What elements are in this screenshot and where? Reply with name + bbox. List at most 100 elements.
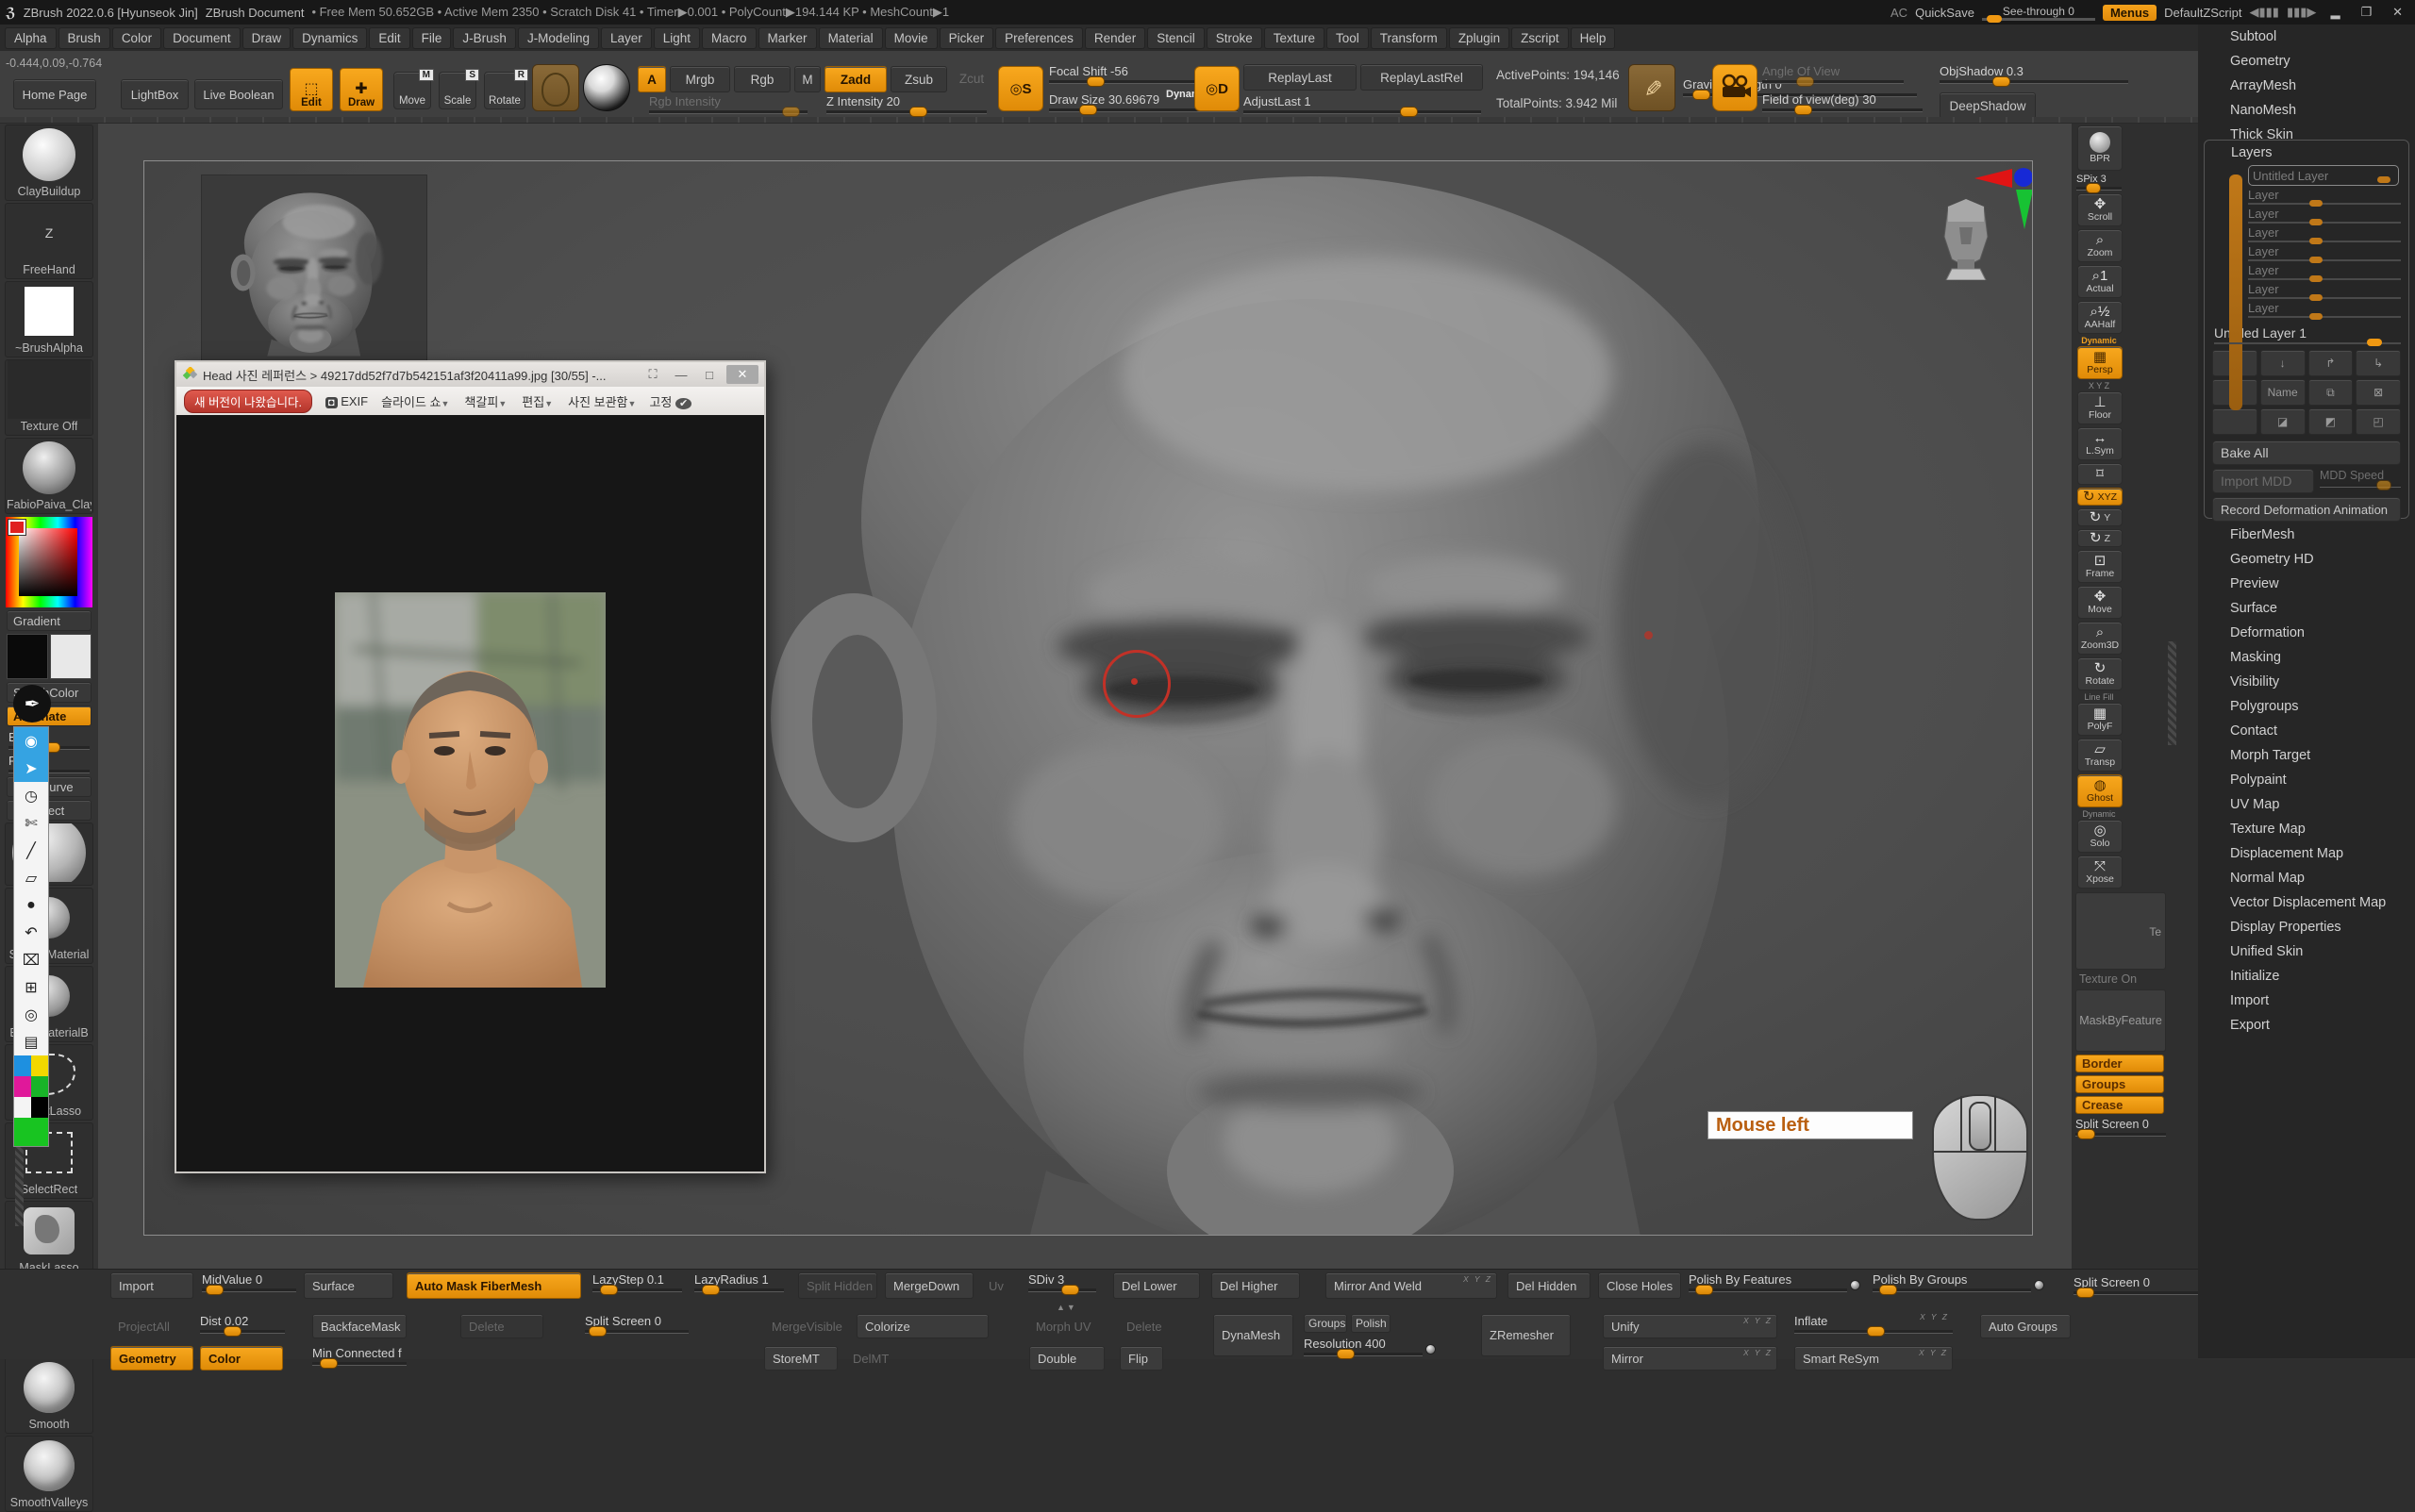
aahalf-button[interactable]: ⌕½AAHalf — [2077, 301, 2123, 334]
color-tab-button[interactable]: Color — [200, 1346, 283, 1371]
layer-row[interactable]: Layer — [2248, 207, 2401, 224]
fullscreen-icon[interactable]: ⛶ — [641, 367, 664, 382]
tray-section-normal-map[interactable]: Normal Map — [2198, 866, 2415, 890]
smart-resym-button[interactable]: Smart ReSymX Y Z — [1794, 1346, 1953, 1371]
mdd-speed-slider[interactable]: MDD Speed — [2320, 469, 2401, 493]
tray-section-geometry[interactable]: Geometry — [2198, 49, 2415, 74]
zoom3d-button[interactable]: ⌕Zoom3D — [2077, 622, 2123, 655]
menu-item-zplugin[interactable]: Zplugin — [1449, 27, 1509, 49]
selected-layer-row[interactable]: Untitled Layer — [2248, 165, 2399, 186]
del-mt-button[interactable]: DelMT — [845, 1346, 909, 1371]
menu-item-help[interactable]: Help — [1571, 27, 1616, 49]
update-banner-button[interactable]: 새 버전이 나왔습니다. — [184, 390, 312, 413]
unify-button[interactable]: UnifyX Y Z — [1603, 1314, 1777, 1338]
menu-item-texture[interactable]: Texture — [1264, 27, 1324, 49]
gizmo-x-axis-icon[interactable] — [1974, 169, 2012, 188]
trash-icon[interactable]: ⌧ — [14, 946, 48, 973]
angle-of-view-slider[interactable]: Angle Of View — [1762, 64, 1904, 84]
ghost-button[interactable]: ◍Ghost — [2077, 774, 2123, 807]
right-scroll-strip[interactable] — [2168, 641, 2176, 745]
store-mt-button[interactable]: StoreMT — [764, 1346, 838, 1371]
menu-item-movie[interactable]: Movie — [885, 27, 938, 49]
tray-section-polygroups[interactable]: Polygroups — [2198, 694, 2415, 719]
layer-grid-button-6[interactable]: ⧉ — [2308, 379, 2354, 406]
surface-button[interactable]: Surface — [304, 1272, 393, 1299]
divider-left-icon[interactable]: ◀▮▮▮ — [2250, 5, 2279, 20]
split-screen-slider-row2[interactable]: Split Screen 0 — [585, 1314, 689, 1334]
layer-row[interactable]: Layer — [2248, 263, 2401, 280]
replay-icon[interactable]: ◎D — [1194, 66, 1240, 111]
camera-head-widget[interactable] — [1939, 190, 1993, 280]
tray-section-contact[interactable]: Contact — [2198, 719, 2415, 743]
scale-button[interactable]: SScale — [439, 72, 476, 109]
sidebar-item-claybuildup[interactable]: ClayBuildup — [5, 125, 93, 201]
midvalue-slider[interactable]: MidValue 0 — [202, 1272, 296, 1292]
layers-scrollbar[interactable] — [2229, 174, 2242, 410]
xpose-button[interactable]: ⤧Xpose — [2077, 856, 2123, 889]
menu-item-stencil[interactable]: Stencil — [1147, 27, 1205, 49]
menu-item-j-brush[interactable]: J-Brush — [453, 27, 516, 49]
tray-section-vector-displacement-map[interactable]: Vector Displacement Map — [2198, 890, 2415, 915]
split-hidden-button[interactable]: Split Hidden — [798, 1272, 877, 1299]
layer-grid-button-8[interactable] — [2212, 408, 2257, 435]
green-swatch[interactable] — [14, 1118, 48, 1146]
dynamesh-button[interactable]: DynaMesh — [1213, 1314, 1293, 1356]
layer-opacity-knob[interactable] — [2309, 313, 2323, 320]
dot-icon[interactable]: ● — [14, 891, 48, 919]
menu-item-material[interactable]: Material — [819, 27, 883, 49]
tray-section-uv-map[interactable]: UV Map — [2198, 792, 2415, 817]
tray-section-nanomesh[interactable]: NanoMesh — [2198, 98, 2415, 123]
lazystep-slider[interactable]: LazyStep 0.1 — [592, 1272, 682, 1292]
sidebar-item-smoothvalleys[interactable]: SmoothValleys — [5, 1436, 93, 1512]
solo-button[interactable]: ◎Solo — [2077, 820, 2123, 853]
tray-section-visibility[interactable]: Visibility — [2198, 670, 2415, 694]
menu-item-document[interactable]: Document — [163, 27, 241, 49]
menu-item-tool[interactable]: Tool — [1326, 27, 1369, 49]
material-sphere-thumbnail[interactable] — [583, 64, 630, 111]
auto-groups-button[interactable]: Auto Groups — [1980, 1314, 2071, 1338]
z-intensity-slider[interactable]: Z Intensity 20 — [826, 94, 987, 114]
auto-mask-fibermesh-button[interactable]: Auto Mask FiberMesh — [407, 1272, 581, 1299]
transp-button[interactable]: ▱Transp — [2077, 739, 2123, 772]
photo-menu-2[interactable]: 편집▼ — [522, 392, 553, 410]
camera-icon[interactable]: ◎ — [14, 1001, 48, 1028]
secondary-color-swatch[interactable] — [50, 634, 92, 679]
adjust-last-slider[interactable]: AdjustLast 1 — [1243, 94, 1481, 114]
del-higher-button[interactable]: Del Higher — [1211, 1272, 1300, 1299]
polyf-button[interactable]: ▦PolyF — [2077, 703, 2123, 736]
layer-row[interactable]: Layer — [2248, 282, 2401, 299]
menu-item-brush[interactable]: Brush — [58, 27, 110, 49]
colorize-button[interactable]: Colorize — [857, 1314, 989, 1338]
photo-content[interactable] — [176, 415, 764, 1171]
inflate-slider[interactable]: InflateX Y Z — [1794, 1314, 1953, 1334]
rgb-toggle[interactable]: Rgb — [734, 66, 791, 92]
sculpted-head[interactable] — [575, 160, 2033, 1236]
lsym-button[interactable]: ↔L.Sym — [2077, 427, 2123, 460]
edit-button[interactable]: ⬚Edit — [290, 68, 333, 111]
lightbox-button[interactable]: LightBox — [121, 79, 189, 109]
zremesher-button[interactable]: ZRemesher — [1481, 1314, 1571, 1356]
zadd-toggle[interactable]: Zadd — [824, 66, 887, 92]
menus-button[interactable]: Menus — [2103, 5, 2157, 21]
actual-button[interactable]: ⌕1Actual — [2077, 265, 2123, 298]
photo-menu-1[interactable]: 책갈피▼ — [464, 392, 507, 410]
camera-lock-button[interactable]: ⌑ — [2077, 463, 2123, 485]
tray-section-unified-skin[interactable]: Unified Skin — [2198, 939, 2415, 964]
tray-section-subtool[interactable]: Subtool — [2198, 25, 2415, 49]
morph-uv-button[interactable]: Morph UV — [1028, 1314, 1094, 1338]
pin-button[interactable]: 고정 ✔ — [649, 392, 691, 410]
photo-menu-3[interactable]: 사진 보관함▼ — [568, 392, 636, 410]
sidebar-item-freehand[interactable]: ZFreeHand — [5, 203, 93, 279]
qy-button[interactable]: ↻Y — [2077, 508, 2123, 526]
border-button[interactable]: Border — [2075, 1055, 2164, 1072]
tray-section-export[interactable]: Export — [2198, 1013, 2415, 1038]
minimize-button[interactable]: ▂ — [2323, 5, 2346, 20]
backface-mask-button[interactable]: BackfaceMask — [312, 1314, 407, 1338]
photo-menu-0[interactable]: 슬라이드 쇼▼ — [381, 392, 449, 410]
zcut-toggle[interactable]: Zcut — [951, 66, 992, 91]
palette-icon[interactable] — [14, 1055, 48, 1097]
close-holes-button[interactable]: Close Holes — [1598, 1272, 1681, 1299]
tray-section-preview[interactable]: Preview — [2198, 572, 2415, 596]
flip-button[interactable]: Flip — [1120, 1346, 1163, 1371]
tray-section-morph-target[interactable]: Morph Target — [2198, 743, 2415, 768]
